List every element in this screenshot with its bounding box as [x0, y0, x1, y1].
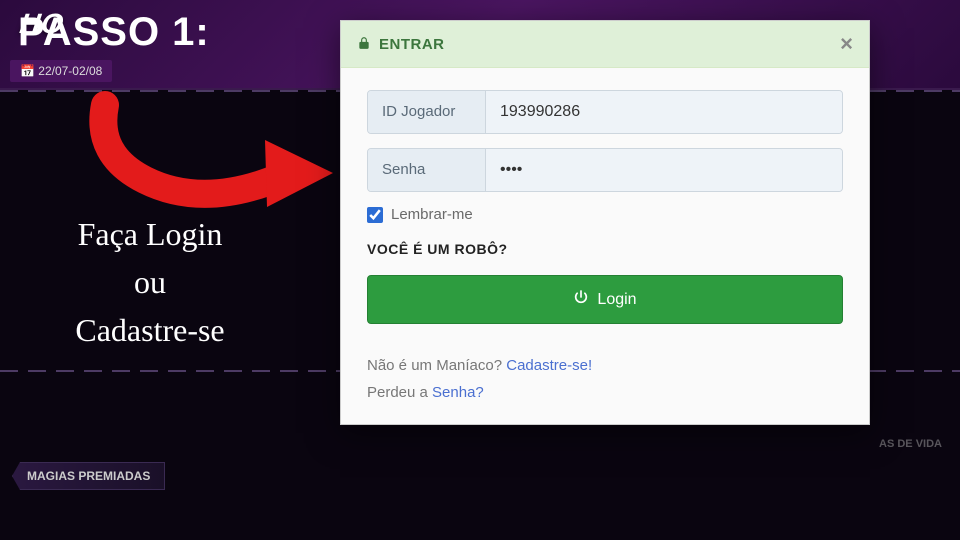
tutorial-arrow-icon: [85, 85, 345, 215]
forgot-password-link[interactable]: Senha?: [432, 384, 484, 401]
lock-icon: [357, 36, 371, 53]
signup-prefix: Não é um Maníaco?: [367, 357, 506, 374]
forgot-prefix: Perdeu a: [367, 384, 432, 401]
modal-title: ENTRAR: [379, 36, 445, 53]
login-button[interactable]: Login: [367, 275, 843, 324]
modal-footer-links: Não é um Maníaco? Cadastre-se! Perdeu a …: [367, 352, 843, 406]
remember-me-row[interactable]: Lembrar-me: [367, 206, 843, 223]
signup-link[interactable]: Cadastre-se!: [506, 357, 592, 374]
modal-header: ENTRAR ×: [341, 21, 869, 68]
modal-body: ID Jogador Senha Lembrar-me VOCÊ É UM RO…: [341, 68, 869, 424]
event-date-badge: 📅 22/07-02/08: [10, 60, 112, 82]
player-id-input[interactable]: [486, 91, 842, 133]
tutorial-step-title: PASSO 1:: [18, 10, 210, 55]
login-button-label: Login: [597, 291, 636, 309]
power-icon: [573, 289, 589, 310]
remember-me-label: Lembrar-me: [391, 206, 473, 223]
bottom-nav-pill: MAGIAS PREMIADAS: [12, 462, 165, 490]
player-id-label: ID Jogador: [368, 91, 486, 133]
password-label: Senha: [368, 149, 486, 191]
captcha-label: VOCÊ É UM ROBÔ?: [367, 241, 843, 257]
player-id-row: ID Jogador: [367, 90, 843, 134]
tutorial-message: Faça Login ou Cadastre-se: [20, 210, 280, 354]
remember-me-checkbox[interactable]: [367, 207, 383, 223]
password-input[interactable]: [486, 149, 842, 191]
login-modal: ENTRAR × ID Jogador Senha Lembrar-me VOC…: [340, 20, 870, 425]
right-fragment-text: AS DE VIDA: [879, 438, 942, 450]
close-icon[interactable]: ×: [840, 33, 853, 55]
password-row: Senha: [367, 148, 843, 192]
